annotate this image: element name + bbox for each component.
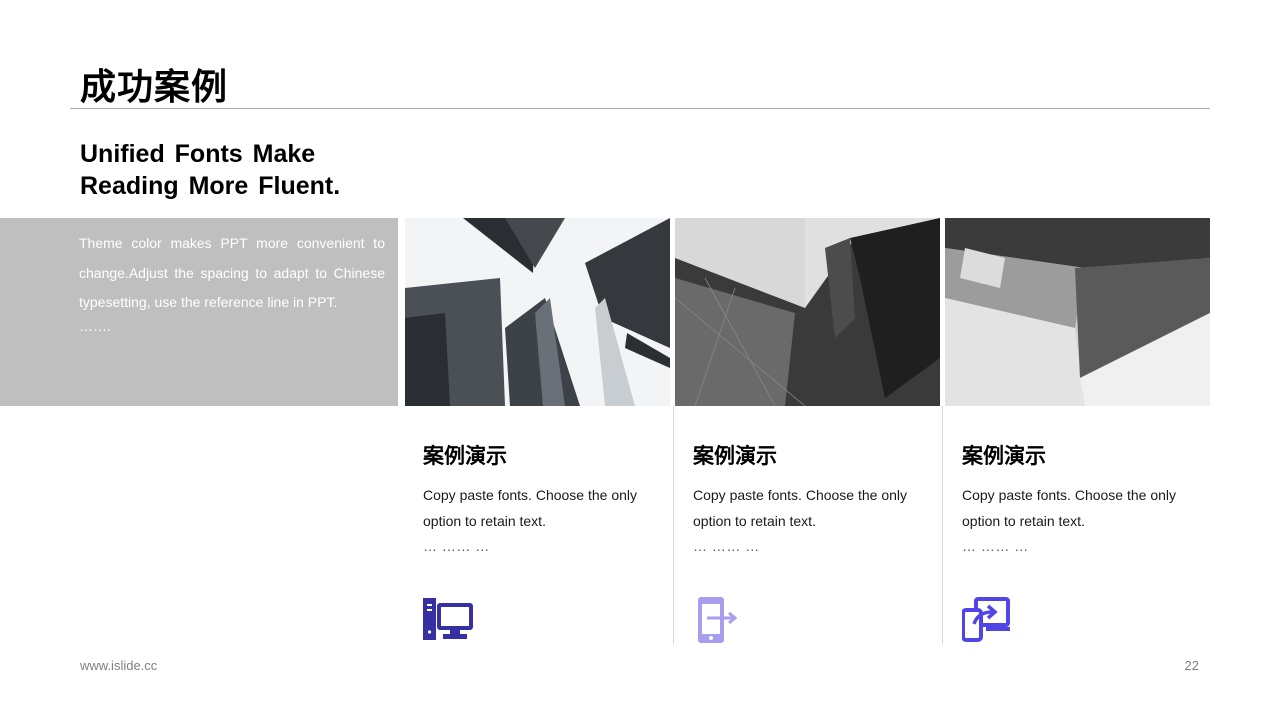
building-photo-1	[405, 218, 670, 406]
card-title: 案例演示	[962, 444, 1046, 468]
case-card: 案例演示 Copy paste fonts. Choose the only o…	[961, 440, 1202, 642]
case-card: 案例演示 Copy paste fonts. Choose the only o…	[423, 440, 663, 640]
intro-dots: …….	[79, 318, 111, 334]
mobile-share-icon	[693, 596, 745, 644]
card-description: Copy paste fonts. Choose the only option…	[423, 487, 638, 529]
intro-panel: Theme color makes PPT more convenient to…	[0, 218, 398, 406]
card-description: Copy paste fonts. Choose the only option…	[962, 487, 1177, 529]
desktop-computer-icon	[423, 596, 475, 644]
case-card: 案例演示 Copy paste fonts. Choose the only o…	[693, 440, 933, 643]
card-title: 案例演示	[423, 444, 507, 468]
page-title: 成功案例	[80, 67, 229, 108]
card-dots: … …… …	[423, 538, 490, 554]
intro-text: Theme color makes PPT more convenient to…	[79, 235, 385, 310]
device-sync-icon	[961, 596, 1014, 644]
footer-website: www.islide.cc	[80, 658, 158, 673]
column-divider	[673, 406, 674, 644]
card-dots: … …… …	[693, 538, 760, 554]
subtitle: Unified Fonts Make Reading More Fluent.	[80, 140, 341, 200]
card-dots: … …… …	[962, 538, 1029, 554]
building-photo-2	[675, 218, 940, 406]
column-divider	[942, 406, 943, 644]
building-photo-3	[945, 218, 1210, 406]
page-number: 22	[1184, 658, 1199, 673]
card-description: Copy paste fonts. Choose the only option…	[693, 487, 908, 529]
card-title: 案例演示	[693, 444, 777, 468]
title-divider	[70, 108, 1210, 109]
